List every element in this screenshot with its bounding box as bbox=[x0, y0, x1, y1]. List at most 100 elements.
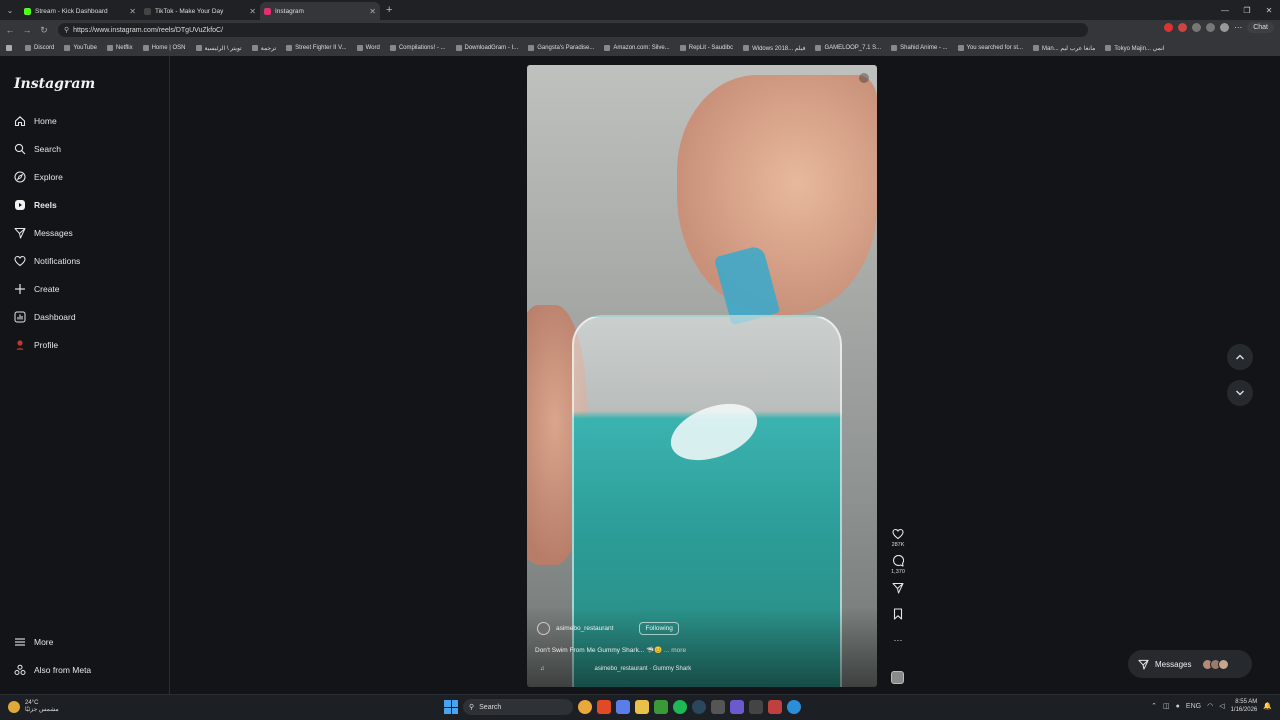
sidebar-item-search[interactable]: Search bbox=[14, 139, 61, 159]
address-bar[interactable]: ⚲ https://www.instagram.com/reels/DTgUVu… bbox=[58, 23, 1088, 37]
bookmark-item[interactable]: Tokyo Majin... انمي bbox=[1105, 45, 1164, 52]
bookmark-item[interactable]: Gangsta's Paradise... bbox=[528, 45, 594, 51]
close-icon[interactable]: ✕ bbox=[129, 7, 136, 16]
chevron-up-icon[interactable]: ⌃ bbox=[1151, 702, 1157, 710]
comment-action[interactable]: 1,370 bbox=[886, 554, 910, 575]
bookmark-item[interactable]: Street Fighter II V... bbox=[286, 45, 347, 51]
bookmark-item[interactable]: Widows 2018... فيلم bbox=[743, 45, 805, 52]
wifi-icon[interactable]: ◠ bbox=[1207, 702, 1213, 710]
bookmark-item[interactable]: Word bbox=[356, 45, 380, 51]
minimize-icon[interactable]: — bbox=[1214, 0, 1236, 20]
bookmark-item[interactable]: Amazon.com: Silve... bbox=[604, 45, 670, 51]
sidebar-item-dashboard[interactable]: Dashboard bbox=[14, 307, 76, 327]
file-explorer-icon[interactable] bbox=[635, 700, 649, 714]
profile-avatar-icon[interactable] bbox=[1220, 23, 1230, 32]
tab-title: Stream - Kick Dashboard bbox=[35, 7, 108, 15]
more-dots-icon[interactable]: ··· bbox=[891, 633, 905, 647]
sidebar-item-messages[interactable]: Messages bbox=[14, 223, 73, 243]
close-icon[interactable]: ✕ bbox=[249, 7, 256, 16]
extension-icon[interactable] bbox=[1164, 23, 1174, 32]
forward-icon[interactable]: → bbox=[20, 25, 34, 35]
sidebar-item-more[interactable]: More bbox=[14, 632, 53, 652]
app-icon[interactable] bbox=[768, 700, 782, 714]
bookmark-item[interactable]: DownloadGram - I... bbox=[455, 45, 518, 51]
language-indicator[interactable]: ENG bbox=[1186, 703, 1201, 710]
share-action[interactable] bbox=[886, 581, 910, 595]
messages-pill[interactable]: Messages bbox=[1128, 650, 1252, 678]
more-options-action[interactable]: ··· bbox=[886, 633, 910, 647]
reel-audio-row[interactable]: ♫ asimebo_restaurant · Gummy Shark bbox=[540, 666, 691, 672]
sidebar-item-also-from-meta[interactable]: Also from Meta bbox=[14, 660, 91, 680]
app-icon[interactable] bbox=[730, 700, 744, 714]
sidebar-item-notifications[interactable]: Notifications bbox=[14, 251, 80, 271]
bookmark-item[interactable]: Netflix bbox=[106, 45, 133, 51]
sidebar-item-home[interactable]: Home bbox=[14, 111, 57, 131]
like-action[interactable]: 287K bbox=[886, 527, 910, 548]
bookmark-item[interactable]: RepLit - Saudibc bbox=[679, 45, 733, 51]
taskbar-search[interactable]: ⚲ Search bbox=[463, 699, 573, 715]
audio-thumbnail[interactable] bbox=[891, 671, 904, 684]
tab-kick[interactable]: Stream - Kick Dashboard ✕ bbox=[20, 2, 140, 20]
tab-search-icon[interactable]: ⌄ bbox=[0, 0, 20, 20]
reel-username[interactable]: asimebo_restaurant bbox=[556, 625, 613, 632]
following-button[interactable]: Following bbox=[639, 622, 679, 635]
bookmark-item[interactable]: Compilations! - ... bbox=[389, 45, 446, 51]
weather-widget[interactable]: 24°C مشمس جزئيًا bbox=[8, 700, 59, 714]
notification-bell-icon[interactable]: 🔔 bbox=[1263, 702, 1272, 710]
avatar[interactable] bbox=[537, 622, 550, 635]
app-icon[interactable] bbox=[711, 700, 725, 714]
edge-icon[interactable] bbox=[787, 700, 801, 714]
extension-icon[interactable] bbox=[1206, 23, 1216, 32]
windows-start-icon[interactable] bbox=[444, 700, 458, 714]
paper-plane-icon[interactable] bbox=[891, 581, 905, 595]
close-window-icon[interactable]: ✕ bbox=[1258, 0, 1280, 20]
bookmark-item[interactable]: Man... مانغا عرب ليم bbox=[1033, 45, 1095, 52]
bookmark-item[interactable]: YouTube bbox=[64, 45, 97, 51]
sidebar-item-profile[interactable]: Profile bbox=[14, 335, 58, 355]
bookmark-item[interactable]: Discord bbox=[25, 45, 54, 51]
maximize-icon[interactable]: ❐ bbox=[1236, 0, 1258, 20]
tab-tiktok[interactable]: TikTok - Make Your Day ✕ bbox=[140, 2, 260, 20]
reload-icon[interactable]: ↻ bbox=[37, 25, 51, 36]
sidebar-item-create[interactable]: Create bbox=[14, 279, 60, 299]
volume-icon[interactable]: ◁ bbox=[1219, 702, 1224, 710]
steam-icon[interactable] bbox=[692, 700, 706, 714]
bookmark-item[interactable]: GAMELOOP_7.1 S... bbox=[815, 45, 881, 51]
brave-icon[interactable] bbox=[597, 700, 611, 714]
close-icon[interactable]: ✕ bbox=[369, 7, 376, 16]
microphone-icon[interactable]: ● bbox=[1176, 703, 1180, 710]
sidebar-item-explore[interactable]: Explore bbox=[14, 167, 63, 187]
extension-icon[interactable] bbox=[1178, 23, 1188, 32]
instagram-logo[interactable]: Instagram bbox=[14, 76, 95, 92]
xbox-icon[interactable] bbox=[654, 700, 668, 714]
copilot-icon[interactable] bbox=[616, 700, 630, 714]
bookmark-icon[interactable] bbox=[891, 607, 905, 621]
menu-dots-icon[interactable]: ⋯ bbox=[1234, 23, 1242, 32]
bookmark-item[interactable]: تويتر \ الرئيسية bbox=[195, 45, 242, 52]
mute-icon[interactable] bbox=[859, 73, 869, 83]
apps-icon[interactable] bbox=[6, 45, 15, 51]
new-tab-button[interactable]: + bbox=[386, 4, 392, 16]
bookmark-item[interactable]: Home | OSN bbox=[142, 45, 186, 51]
extension-icon[interactable] bbox=[1192, 23, 1202, 32]
spotify-icon[interactable] bbox=[673, 700, 687, 714]
bookmark-item[interactable]: Shahid Anime - ... bbox=[891, 45, 948, 51]
chrome-icon[interactable] bbox=[578, 700, 592, 714]
reel-video[interactable] bbox=[527, 65, 877, 687]
clock[interactable]: 8:55 AM 1/16/2026 bbox=[1231, 698, 1258, 714]
next-reel-button[interactable] bbox=[1227, 380, 1253, 406]
save-action[interactable] bbox=[886, 607, 910, 621]
heart-icon[interactable] bbox=[891, 527, 905, 541]
sidebar-item-reels[interactable]: Reels bbox=[14, 195, 57, 215]
network-icon[interactable]: ◫ bbox=[1163, 702, 1170, 710]
app-icon[interactable] bbox=[749, 700, 763, 714]
back-icon[interactable]: ← bbox=[3, 25, 17, 35]
previous-reel-button[interactable] bbox=[1227, 344, 1253, 370]
tab-instagram[interactable]: Instagram ✕ bbox=[260, 2, 380, 20]
bookmark-item[interactable]: You searched for st... bbox=[957, 45, 1023, 51]
bookmark-item[interactable]: ترجمة bbox=[251, 45, 276, 52]
site-info-icon[interactable]: ⚲ bbox=[64, 26, 69, 34]
chat-button[interactable]: Chat bbox=[1247, 22, 1274, 33]
comment-icon[interactable] bbox=[891, 554, 905, 568]
caption-more-link[interactable]: ... more bbox=[664, 647, 686, 654]
